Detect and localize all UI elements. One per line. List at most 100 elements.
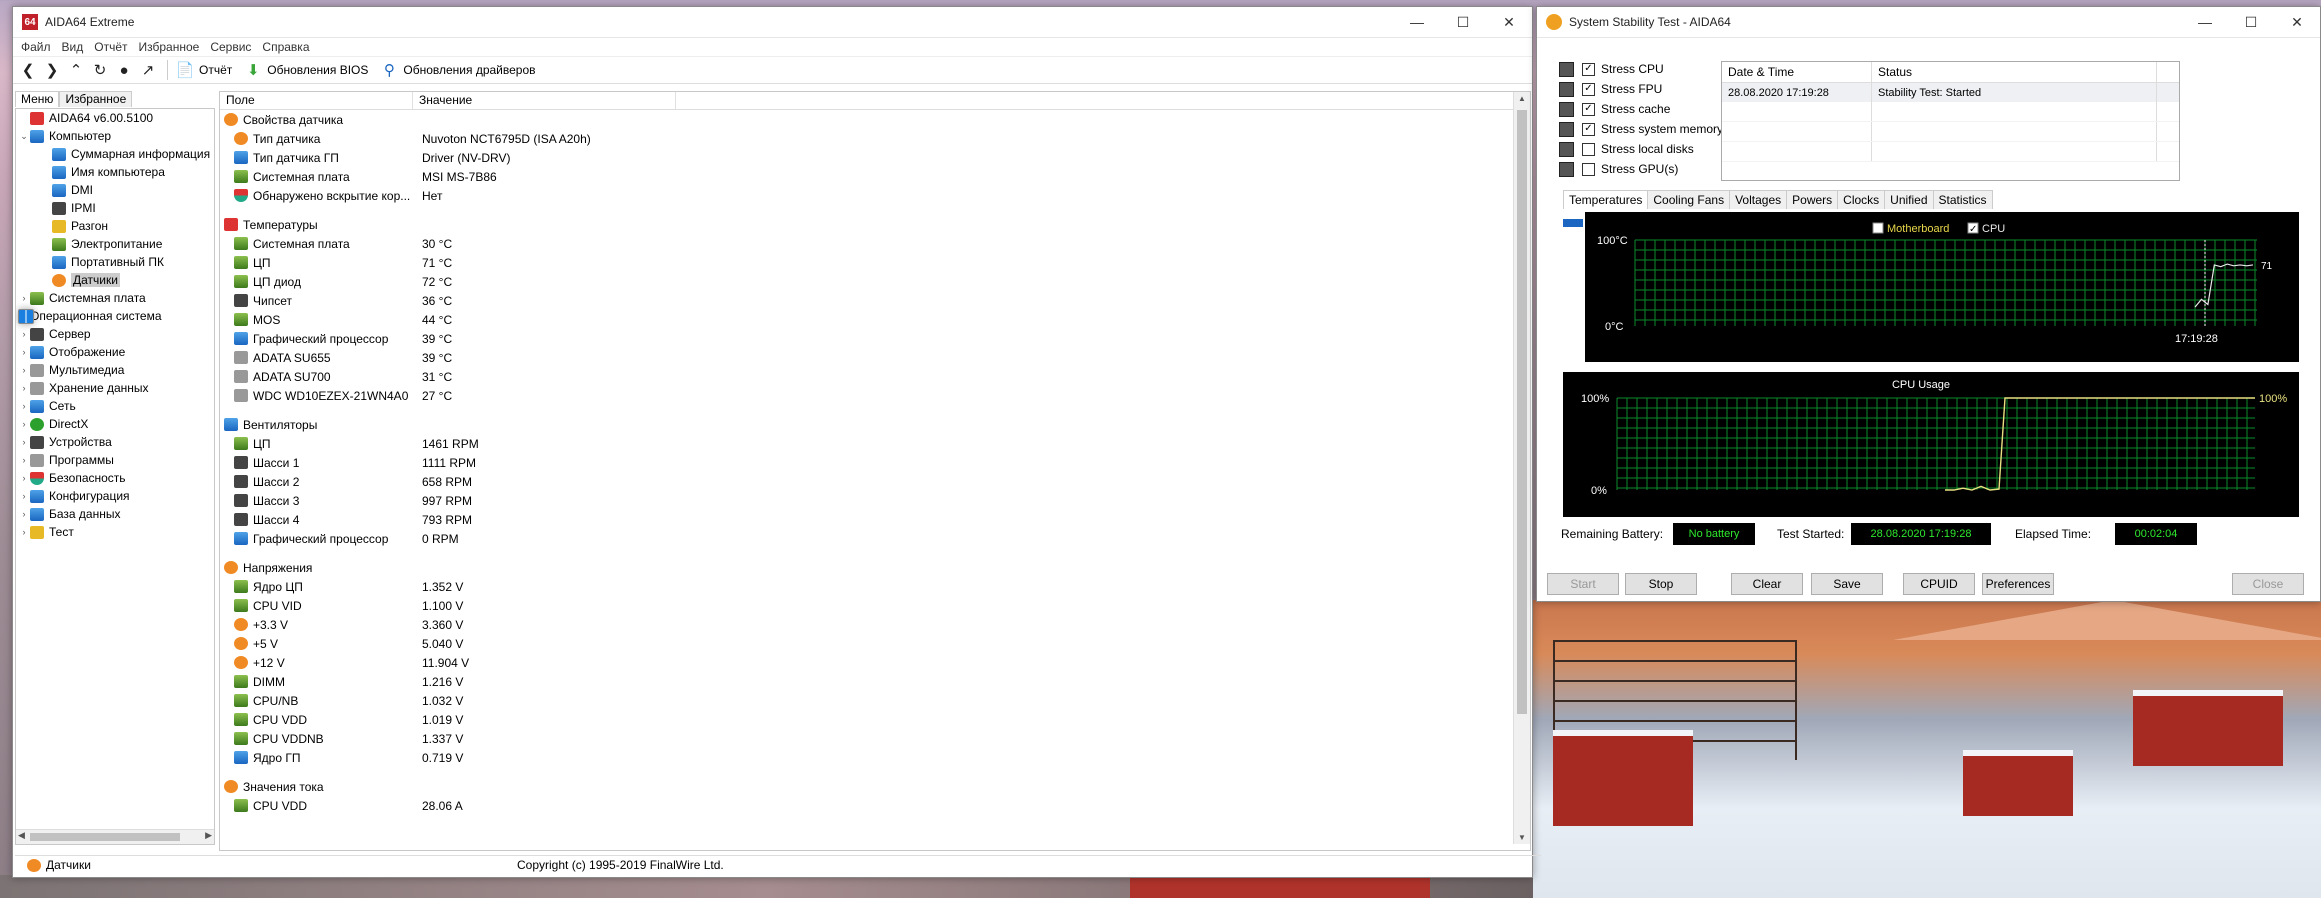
forward-icon[interactable]: ❯ xyxy=(41,59,63,81)
tree-item[interactable]: › Сеть xyxy=(16,397,214,415)
table-row[interactable]: Шасси 1 1111 RPM xyxy=(220,453,1530,472)
stress-option[interactable]: Stress local disks xyxy=(1559,139,1723,159)
table-row[interactable]: Тип датчика ГП Driver (NV-DRV) xyxy=(220,148,1530,167)
column-date-time[interactable]: Date & Time xyxy=(1722,62,1872,82)
checkbox[interactable] xyxy=(1582,162,1595,176)
table-row[interactable]: CPU/NB 1.032 V xyxy=(220,691,1530,710)
table-row[interactable]: MOS 44 °C xyxy=(220,310,1530,329)
tree-item[interactable]: › DirectX xyxy=(16,415,214,433)
table-row[interactable]: Ядро ГП 0.719 V xyxy=(220,748,1530,767)
table-row[interactable]: WDC WD10EZEX-21WN4A0 27 °C xyxy=(220,386,1530,405)
table-row[interactable]: Графический процессор 0 RPM xyxy=(220,529,1530,548)
tab[interactable]: Voltages xyxy=(1729,190,1788,209)
expand-icon[interactable]: › xyxy=(18,383,30,393)
chart-icon[interactable]: ↗ xyxy=(137,59,159,81)
back-icon[interactable]: ❮ xyxy=(17,59,39,81)
report-button[interactable]: 📄 Отчёт xyxy=(174,59,233,81)
table-row[interactable]: CPU VDD 1.019 V xyxy=(220,710,1530,729)
checkbox[interactable] xyxy=(1582,142,1595,156)
tree-item[interactable]: ›Операционная система xyxy=(16,307,214,325)
save-button[interactable]: Save xyxy=(1811,573,1883,595)
refresh-icon[interactable]: ↻ xyxy=(89,59,111,81)
tab[interactable]: Unified xyxy=(1884,190,1934,209)
stress-option[interactable]: Stress GPU(s) xyxy=(1559,159,1723,179)
scrollbar-thumb[interactable] xyxy=(1517,110,1527,714)
tree-item[interactable]: › Конфигурация xyxy=(16,487,214,505)
menu-item[interactable]: Файл xyxy=(21,40,51,54)
group-row[interactable]: Напряжения xyxy=(220,558,1530,577)
menu-item[interactable]: Избранное xyxy=(139,40,200,54)
table-row[interactable]: Чипсет 36 °C xyxy=(220,291,1530,310)
tree-item[interactable]: › База данных xyxy=(16,505,214,523)
tree-item[interactable]: Имя компьютера xyxy=(16,163,214,181)
preferences-button[interactable]: Preferences xyxy=(1982,573,2054,595)
clear-button[interactable]: Clear xyxy=(1731,573,1803,595)
close-button[interactable]: ✕ xyxy=(1486,7,1532,37)
expand-icon[interactable]: › xyxy=(18,293,30,303)
column-status[interactable]: Status xyxy=(1872,62,2157,82)
up-icon[interactable]: ⌃ xyxy=(65,59,87,81)
menu-item[interactable]: Отчёт xyxy=(94,40,127,54)
expand-icon[interactable]: › xyxy=(18,509,30,519)
maximize-button[interactable]: ☐ xyxy=(1440,7,1486,37)
tree-item[interactable]: › Системная плата xyxy=(16,289,214,307)
table-row[interactable]: Ядро ЦП 1.352 V xyxy=(220,577,1530,596)
scroll-down-icon[interactable]: ▼ xyxy=(1514,833,1530,842)
tree-item[interactable]: › Устройства xyxy=(16,433,214,451)
cpuid-button[interactable]: CPUID xyxy=(1903,573,1975,595)
column-field[interactable]: Поле xyxy=(220,92,413,109)
tab[interactable]: Statistics xyxy=(1932,190,1993,209)
tree-item[interactable]: Датчики xyxy=(16,271,214,289)
menu-item[interactable]: Вид xyxy=(62,40,84,54)
table-row[interactable]: CPU VDDNB 1.337 V xyxy=(220,729,1530,748)
tree-item[interactable]: › Мультимедиа xyxy=(16,361,214,379)
expand-icon[interactable]: › xyxy=(18,437,30,447)
tree-item[interactable]: Разгон xyxy=(16,217,214,235)
group-row[interactable]: Значения тока xyxy=(220,777,1530,796)
table-row[interactable]: ЦП диод 72 °C xyxy=(220,272,1530,291)
menu-item[interactable]: Сервис xyxy=(210,40,251,54)
tab[interactable]: Clocks xyxy=(1837,190,1886,209)
stress-option[interactable]: ✓ Stress system memory xyxy=(1559,119,1723,139)
user-icon[interactable]: ● xyxy=(113,59,135,81)
scroll-up-icon[interactable]: ▲ xyxy=(1514,94,1530,103)
expand-icon[interactable]: › xyxy=(18,455,30,465)
expand-icon[interactable]: › xyxy=(18,491,30,501)
tree-item[interactable]: AIDA64 v6.00.5100 xyxy=(16,109,214,127)
tab[interactable]: Temperatures xyxy=(1563,190,1649,209)
minimize-button[interactable]: — xyxy=(1394,7,1440,37)
table-row[interactable]: CPU VID 1.100 V xyxy=(220,596,1530,615)
checkbox[interactable]: ✓ xyxy=(1582,82,1595,96)
expand-icon[interactable]: › xyxy=(18,527,30,537)
minimize-button[interactable]: — xyxy=(2182,7,2228,37)
tree-item[interactable]: Портативный ПК xyxy=(16,253,214,271)
table-row[interactable]: ЦП 71 °C xyxy=(220,253,1530,272)
tab[interactable]: Powers xyxy=(1786,190,1839,209)
stress-option[interactable]: ✓ Stress CPU xyxy=(1559,59,1723,79)
checkbox[interactable]: ✓ xyxy=(1582,62,1595,76)
tree-item[interactable]: › Программы xyxy=(16,451,214,469)
tree-item[interactable]: › Хранение данных xyxy=(16,379,214,397)
table-row[interactable]: Системная плата MSI MS-7B86 xyxy=(220,167,1530,186)
close-dialog-button[interactable]: Close xyxy=(2232,573,2304,595)
expand-icon[interactable]: › xyxy=(18,419,30,429)
scroll-right-icon[interactable]: ▶ xyxy=(205,830,212,841)
start-button[interactable]: Start xyxy=(1547,573,1619,595)
tree-item[interactable]: DMI xyxy=(16,181,214,199)
table-row[interactable]: Тип датчика Nuvoton NCT6795D (ISA A20h) xyxy=(220,129,1530,148)
tab[interactable]: Cooling Fans xyxy=(1647,190,1731,209)
tree-item[interactable]: › Безопасность xyxy=(16,469,214,487)
table-row[interactable]: DIMM 1.216 V xyxy=(220,672,1530,691)
table-row[interactable]: Шасси 3 997 RPM xyxy=(220,491,1530,510)
stress-option[interactable]: ✓ Stress FPU xyxy=(1559,79,1723,99)
tree-item[interactable]: › Сервер xyxy=(16,325,214,343)
menu-item[interactable]: Справка xyxy=(262,40,309,54)
tab-menu[interactable]: Меню xyxy=(15,91,60,107)
group-row[interactable]: Свойства датчика xyxy=(220,110,1530,129)
expand-icon[interactable]: › xyxy=(18,473,30,483)
close-button[interactable]: ✕ xyxy=(2274,7,2320,37)
stress-option[interactable]: ✓ Stress cache xyxy=(1559,99,1723,119)
expand-icon[interactable]: › xyxy=(18,347,30,357)
tree-item[interactable]: ⌄ Компьютер xyxy=(16,127,214,145)
tree-item[interactable]: › Отображение xyxy=(16,343,214,361)
